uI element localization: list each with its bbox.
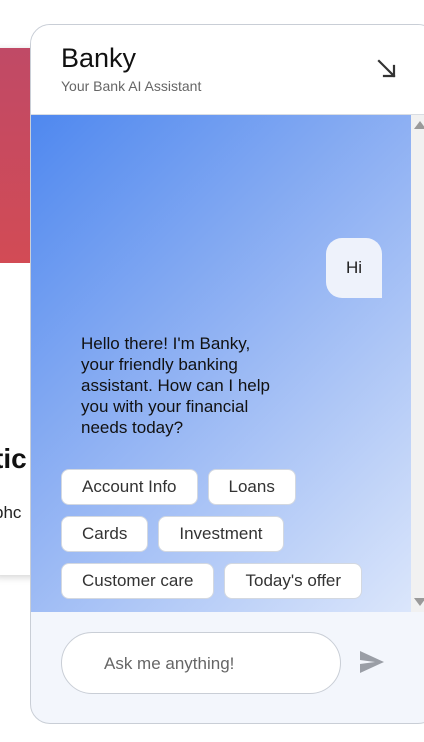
quick-reply-row: Cards Investment xyxy=(61,516,401,552)
bot-message: Hello there! I'm Banky, your friendly ba… xyxy=(81,334,270,437)
message-input-wrapper xyxy=(61,632,341,695)
arrow-down-right-icon xyxy=(377,59,396,78)
quick-reply-customer-care[interactable]: Customer care xyxy=(61,563,215,599)
send-button[interactable] xyxy=(357,647,387,677)
scroll-up-arrow-icon[interactable] xyxy=(414,121,424,129)
chat-title: Banky xyxy=(61,43,137,73)
chat-messages[interactable]: Hi Hello there! I'm Banky, your friendly… xyxy=(31,115,411,612)
send-icon xyxy=(360,651,384,673)
message-input[interactable] xyxy=(102,633,326,695)
quick-reply-row: Account Info Loans xyxy=(61,469,401,505)
quick-reply-account-info[interactable]: Account Info xyxy=(61,469,198,505)
scroll-down-arrow-icon[interactable] xyxy=(414,598,424,606)
page: tic phc Banky Your Bank AI Assistant Hi … xyxy=(0,0,424,742)
quick-reply-todays-offer[interactable]: Today's offer xyxy=(224,563,363,599)
quick-reply-investment[interactable]: Investment xyxy=(158,516,284,552)
minimize-button[interactable] xyxy=(373,55,401,83)
chat-scrollbar[interactable] xyxy=(411,115,424,612)
quick-reply-loans[interactable]: Loans xyxy=(207,469,296,505)
background-heading: tic xyxy=(0,443,27,474)
background-subtext: phc xyxy=(0,503,22,522)
chat-header: Banky Your Bank AI Assistant xyxy=(31,25,424,115)
quick-reply-cards[interactable]: Cards xyxy=(61,516,149,552)
quick-reply-row: Customer care Today's offer xyxy=(61,563,401,599)
quick-reply-list: Account Info Loans Cards Investment Cust… xyxy=(61,469,401,610)
chat-subtitle: Your Bank AI Assistant xyxy=(61,78,202,94)
user-message-bubble: Hi xyxy=(326,238,382,298)
chat-widget: Banky Your Bank AI Assistant Hi Hello th… xyxy=(30,24,424,724)
